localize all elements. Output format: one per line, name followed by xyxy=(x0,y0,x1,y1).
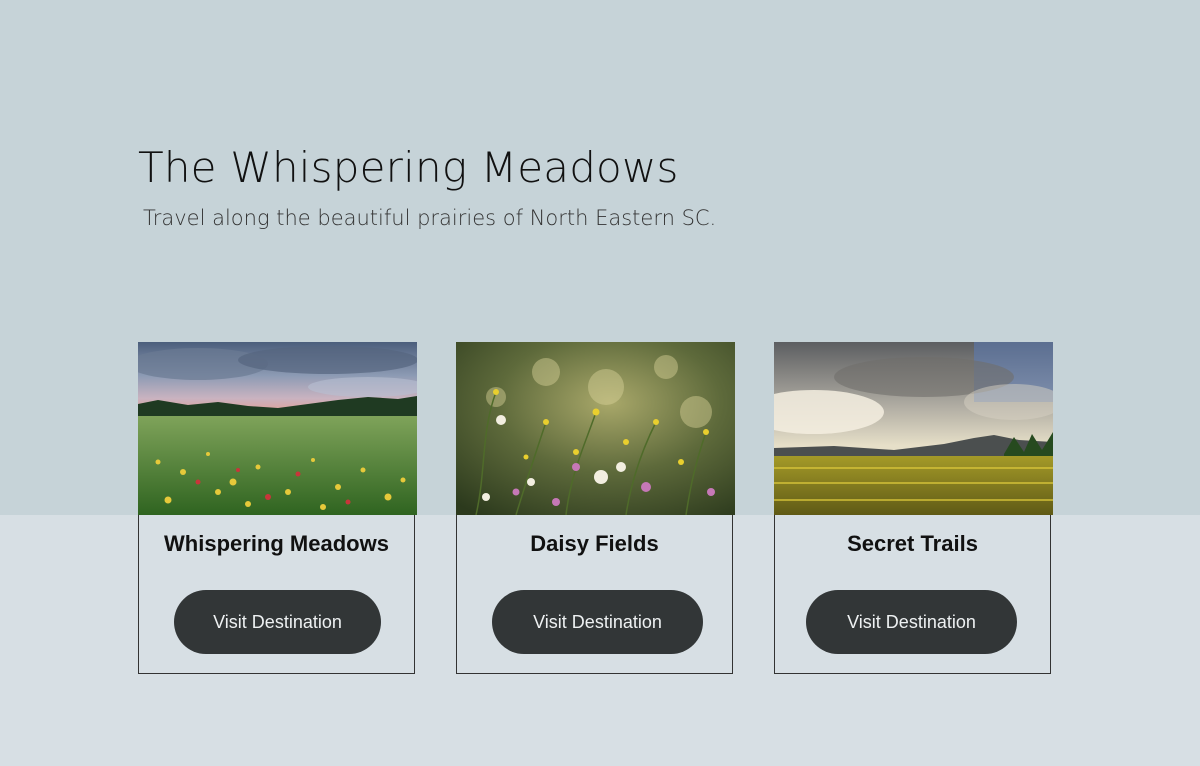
visit-destination-button[interactable]: Visit Destination xyxy=(174,590,381,654)
field-photo xyxy=(774,342,1053,515)
daisies-photo xyxy=(456,342,735,515)
card-image-daisies xyxy=(456,342,735,515)
page-subtitle: Travel along the beautiful prairies of N… xyxy=(143,206,717,230)
card-title: Daisy Fields xyxy=(530,531,659,556)
card-image-field xyxy=(774,342,1053,515)
visit-destination-button[interactable]: Visit Destination xyxy=(492,590,703,654)
destination-card-secret-trails: Secret Trails Visit Destination xyxy=(774,342,1053,674)
destination-card-whispering-meadows: Whispering Meadows Visit Destination xyxy=(138,342,417,674)
destination-card-daisy-fields: Daisy Fields Visit Destination xyxy=(456,342,735,674)
card-title: Whispering Meadows xyxy=(164,531,389,556)
card-title: Secret Trails xyxy=(847,531,978,556)
meadow-photo xyxy=(138,342,417,515)
card-image-meadow xyxy=(138,342,417,515)
visit-destination-button[interactable]: Visit Destination xyxy=(806,590,1017,654)
page-title: The Whispering Meadows xyxy=(138,143,679,192)
